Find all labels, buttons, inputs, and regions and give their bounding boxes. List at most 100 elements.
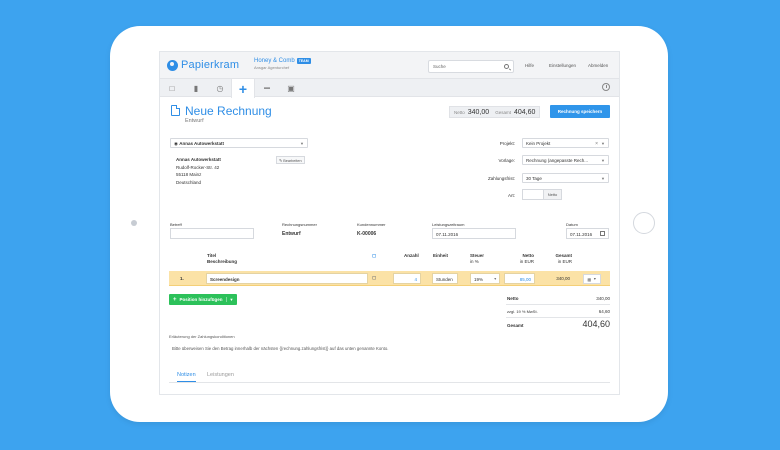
page-title: Neue Rechnung bbox=[185, 104, 272, 118]
close-icon[interactable]: × bbox=[595, 141, 598, 147]
projekt-select[interactable]: Kein Projekt × ▼ bbox=[522, 138, 609, 148]
user-group-icon: ◉ bbox=[174, 141, 178, 146]
row-steuer-value: 19% bbox=[474, 277, 484, 282]
col-gesamt: Gesamt in EUR bbox=[552, 253, 572, 265]
logo-icon bbox=[167, 59, 178, 71]
betreff-input[interactable] bbox=[170, 228, 254, 239]
chevron-down-icon: ▼ bbox=[300, 141, 304, 146]
company-switcher[interactable]: Honey & Comb TEAM Ansgar Agenturchef bbox=[254, 58, 311, 70]
summary-netto-value: 340,00 bbox=[596, 296, 610, 301]
address-name: Annas Autowerkstatt bbox=[176, 157, 221, 162]
save-invoice-button[interactable]: Rechnung speichern bbox=[550, 105, 610, 118]
folder-icon[interactable]: ▮ bbox=[184, 79, 208, 97]
logout-link[interactable]: Abmelden bbox=[588, 63, 608, 68]
summary-mwst-label: zzgl. 19 % MwSt. bbox=[507, 309, 538, 314]
toolbar: □ ▮ ◷ + − ▣ bbox=[160, 79, 619, 98]
row-actions[interactable]: ▩ ▼ bbox=[583, 274, 601, 284]
rechnungsnummer-label: Rechnungsnummer bbox=[282, 222, 317, 227]
kundennummer-label: Kundennummer bbox=[357, 222, 386, 227]
company-name: Honey & Comb bbox=[254, 58, 295, 64]
chevron-down-icon[interactable]: ▼ bbox=[225, 297, 233, 302]
terms-heading: Erläuterung der Zahlungskonditionen bbox=[169, 334, 235, 339]
totals-gesamt-label: Gesamt bbox=[495, 109, 511, 115]
row-steuer-select[interactable]: 19% ▼ bbox=[470, 273, 500, 284]
totals-netto-label: Netto bbox=[454, 109, 465, 115]
search-icon[interactable] bbox=[504, 64, 509, 69]
col-beschreibung-label: Beschreibung bbox=[207, 259, 238, 264]
description-toggle-icon[interactable]: ▢ bbox=[372, 275, 376, 281]
art-label: Art: bbox=[507, 193, 515, 198]
zahlungsfrist-label: Zahlungsfrist: bbox=[487, 176, 515, 181]
summary-mwst-value: 64,60 bbox=[598, 309, 610, 314]
row-netto-input[interactable]: 85,00 bbox=[504, 273, 535, 284]
tab-leistungen[interactable]: Leistungen bbox=[207, 372, 234, 378]
search-placeholder: Suche bbox=[433, 64, 446, 69]
row-title-input[interactable]: Screendesign bbox=[206, 273, 368, 284]
col-steuer: Steuer in % bbox=[470, 253, 484, 265]
company-user: Ansgar Agenturchef bbox=[254, 65, 290, 70]
app-screen: Papierkram Honey & Comb TEAM Ansgar Agen… bbox=[159, 51, 620, 395]
address-street: Rudolf-Rocker-Str. 42 bbox=[176, 164, 220, 170]
terms-text: Bitte überweisen Sie den Betrag innerhal… bbox=[172, 346, 389, 351]
help-link[interactable]: Hilfe bbox=[525, 63, 534, 68]
col-netto: Netto in EUR bbox=[516, 253, 534, 265]
document-icon bbox=[171, 105, 180, 116]
row-anzahl-input[interactable]: 4 bbox=[393, 273, 421, 284]
vorlage-select[interactable]: Rechnung (angepasste Rech... ▼ bbox=[522, 155, 609, 165]
clock-icon[interactable]: ◷ bbox=[208, 79, 232, 97]
zahlungsfrist-value: 30 Tage bbox=[526, 176, 542, 181]
address-city: 55118 Mainz bbox=[176, 172, 202, 177]
calendar-icon[interactable] bbox=[600, 231, 605, 236]
row-number: 1. bbox=[180, 276, 184, 281]
summary-divider bbox=[506, 317, 610, 318]
tablet-home-button bbox=[633, 212, 655, 234]
tablet-camera bbox=[131, 220, 137, 226]
summary-gesamt-value: 404,60 bbox=[582, 319, 610, 329]
laptop-icon[interactable]: □ bbox=[160, 79, 184, 97]
totals-netto-value: 340,00 bbox=[467, 108, 490, 116]
chevron-down-icon: ▼ bbox=[601, 158, 605, 163]
art-option-blank[interactable] bbox=[523, 190, 543, 199]
chevron-down-icon: ▼ bbox=[601, 176, 605, 181]
col-gesamt-unit: in EUR bbox=[557, 259, 572, 264]
address-country: Deutschland bbox=[176, 179, 202, 185]
chevron-down-icon: ▼ bbox=[601, 141, 605, 146]
zahlungsfrist-select[interactable]: 30 Tage ▼ bbox=[522, 173, 609, 183]
tab-notizen[interactable]: Notizen bbox=[177, 372, 196, 382]
col-einheit: Einheit bbox=[433, 253, 449, 258]
art-toggle[interactable]: Netto bbox=[522, 189, 562, 200]
image-icon[interactable]: ▣ bbox=[279, 79, 303, 97]
customer-address: Annas Autowerkstatt Rudolf-Rocker-Str. 4… bbox=[176, 156, 221, 186]
edit-label: Bearbeiten bbox=[283, 159, 302, 163]
customer-selected: Annas Autowerkstatt bbox=[179, 141, 225, 146]
col-titel: Titel Beschreibung bbox=[207, 253, 237, 265]
app-name: Papierkram bbox=[181, 59, 240, 71]
leistungszeitraum-input[interactable]: 07.11.2016 bbox=[432, 228, 516, 239]
customer-select[interactable]: ◉ Annas Autowerkstatt ▼ bbox=[170, 138, 308, 148]
betreff-label: Betreff bbox=[170, 222, 182, 227]
search-input[interactable]: Suche bbox=[428, 60, 514, 73]
plus-icon[interactable]: + bbox=[231, 79, 255, 98]
summary-divider bbox=[506, 304, 610, 305]
plus-icon: + bbox=[173, 296, 177, 303]
settings-link[interactable]: Einstellungen bbox=[549, 63, 576, 68]
col-anzahl: Anzahl bbox=[404, 253, 419, 258]
datum-input[interactable]: 07.11.2016 bbox=[566, 228, 609, 239]
document-col-icon: ▢ bbox=[372, 253, 377, 258]
projekt-value: Kein Projekt bbox=[526, 141, 551, 146]
edit-customer-button[interactable]: ✎ Bearbeiten bbox=[276, 156, 305, 164]
chevron-down-icon: ▼ bbox=[493, 277, 497, 281]
kundennummer-value: K-00006 bbox=[357, 231, 377, 237]
app-logo[interactable]: Papierkram bbox=[167, 59, 239, 71]
tabs-divider bbox=[169, 382, 610, 383]
chevron-down-icon[interactable]: ▼ bbox=[593, 277, 596, 281]
art-option-netto[interactable]: Netto bbox=[543, 190, 561, 199]
timer-icon[interactable] bbox=[602, 83, 610, 91]
rechnungsnummer-value: Entwurf bbox=[282, 231, 301, 237]
vorlage-value: Rechnung (angepasste Rech... bbox=[526, 158, 589, 163]
trash-icon[interactable]: ▩ bbox=[587, 277, 591, 282]
add-position-button[interactable]: + Position hinzufügen ▼ bbox=[169, 294, 238, 305]
row-einheit-input[interactable]: Stunden bbox=[432, 273, 458, 284]
minus-icon[interactable]: − bbox=[255, 79, 279, 97]
team-badge: TEAM bbox=[296, 58, 311, 64]
